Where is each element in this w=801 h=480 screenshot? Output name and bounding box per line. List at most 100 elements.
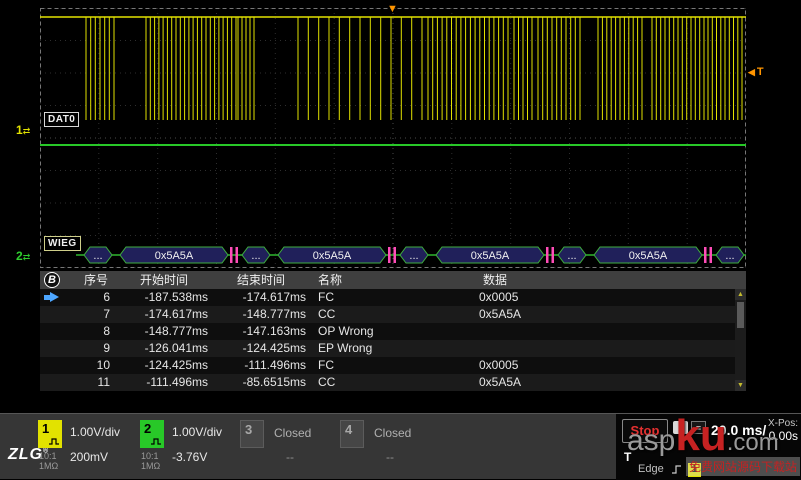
trigger-source-chip[interactable]: 1 [688, 463, 701, 477]
trigger-position-icon[interactable]: ▼ [387, 4, 398, 15]
cell-start-time: -126.041ms [144, 341, 208, 355]
cell-start-time: -148.777ms [144, 324, 208, 338]
channel1-impedance: 1MΩ [39, 461, 59, 471]
ch1-marker-arrows-icon: ⇄ [22, 126, 31, 136]
channel2-impedance: 1MΩ [141, 461, 161, 471]
bus-error-mark [546, 247, 549, 263]
menu-button[interactable]: ≡ [691, 421, 706, 434]
col-header-start-time: 开始时间 [139, 273, 188, 287]
channel3-offset: -- [286, 450, 294, 464]
cell-name: EP Wrong [318, 341, 373, 355]
cell-index: 10 [96, 358, 110, 372]
decode-table-header: 序号 开始时间 结束时间 名称 数据 B [40, 271, 746, 289]
channel4-offset: -- [386, 450, 394, 464]
row-gutter [40, 340, 76, 357]
cell-data: 0x0005 [479, 290, 519, 304]
col-header-end-time: 结束时间 [236, 273, 285, 287]
selected-row-arrow-icon [44, 292, 59, 302]
cell-end-time: -111.496ms [244, 358, 306, 372]
cell-data: 0x5A5A [479, 307, 522, 321]
table-row[interactable]: 9 -126.041ms -124.425ms EP Wrong [40, 340, 746, 357]
channel1-number: 1 [42, 421, 50, 436]
bus-error-mark [393, 247, 396, 263]
table-scrollbar[interactable]: ▲ ▼ [735, 289, 746, 391]
cell-name: FC [318, 358, 334, 372]
channel2-icon[interactable]: 2 [140, 420, 164, 448]
timebase-value[interactable]: 20.0 ms/ [711, 422, 766, 438]
channel2-probe-ratio: 10:1 [141, 451, 159, 461]
channel2-probe-info: 10:1 1MΩ [141, 451, 160, 471]
channel4-number: 4 [345, 422, 353, 437]
scroll-up-icon[interactable]: ▲ [735, 289, 746, 300]
table-row[interactable]: 7 -174.617ms -148.777ms CC 0x5A5A [40, 306, 746, 323]
table-row[interactable]: 11 -111.496ms -85.6515ms CC 0x5A5A [40, 374, 746, 391]
run-stop-button[interactable]: Stop [622, 419, 668, 443]
cell-start-time: -174.617ms [144, 307, 208, 321]
table-row[interactable]: 6 -187.538ms -174.617ms FC 0x0005 [40, 289, 746, 306]
cell-end-time: -147.163ms [242, 324, 306, 338]
bus-value-bubble-label: 0x5A5A [313, 250, 352, 262]
cell-data [475, 323, 746, 340]
channel4-icon[interactable]: 4 [340, 420, 364, 448]
row-gutter [40, 289, 76, 306]
bus-error-mark [388, 247, 391, 263]
col-header-data: 数据 [483, 273, 508, 287]
scroll-down-icon[interactable]: ▼ [735, 380, 746, 391]
ch1-position-marker[interactable]: 1⇄ [16, 124, 30, 138]
cell-end-time: -124.425ms [242, 341, 306, 355]
bus-ellipsis-bubble-label: ... [725, 250, 734, 262]
quick-button-1[interactable]: 1 [673, 421, 688, 434]
channel3-icon[interactable]: 3 [240, 420, 264, 448]
cell-data: 0x0005 [479, 358, 519, 372]
cell-end-time: -174.617ms [242, 290, 306, 304]
ch2-marker-arrows-icon: ⇄ [22, 252, 31, 262]
channel1-icon[interactable]: 1 [38, 420, 62, 448]
bus-error-mark [709, 247, 712, 263]
channel4-state: Closed [374, 426, 412, 440]
channel4-status[interactable]: 4 Closed -- [340, 414, 440, 480]
decode-table-body: 6 -187.538ms -174.617ms FC 0x0005 7 -174.617ms… [40, 289, 746, 391]
ch1-bus-label: DAT0 [44, 112, 80, 127]
waveform-display[interactable]: ... 0x5A5A... 0x5A5A... 0x5A5A... 0x5A5A... … [40, 4, 746, 268]
channel2-number: 2 [144, 421, 152, 436]
bus-ellipsis-bubble-label: ... [409, 250, 418, 262]
trigger-level-marker[interactable]: ◀ T [748, 66, 764, 78]
bus-ellipsis-bubble-label: ... [93, 250, 102, 262]
table-row[interactable]: 8 -148.777ms -147.163ms OP Wrong [40, 323, 746, 340]
channel2-status[interactable]: 2 1.00V/div -3.76V 10:1 1MΩ [140, 414, 240, 480]
channel1-wave-icon [49, 438, 59, 445]
table-row[interactable]: 10 -124.425ms -111.496ms FC 0x0005 [40, 357, 746, 374]
channel3-status[interactable]: 3 Closed -- [240, 414, 340, 480]
status-bar: ZLG® 1 1.00V/div 200mV 10:1 1MΩ 2 1.00V/… [0, 413, 801, 480]
trigger-type[interactable]: Edge [638, 463, 664, 475]
cell-start-time: -187.538ms [144, 290, 208, 304]
channel1-probe-info: 10:1 1MΩ [39, 451, 58, 471]
ch2-marker-number: 2 [16, 249, 23, 263]
channel1-status[interactable]: 1 1.00V/div 200mV 10:1 1MΩ [38, 414, 138, 480]
channel2-vdiv: 1.00V/div [172, 425, 223, 439]
decode-table: 序号 开始时间 结束时间 名称 数据 B 6 -187.538ms -174.617… [40, 271, 746, 391]
bus-ellipsis-bubble-label: ... [251, 250, 260, 262]
cell-name: CC [318, 307, 336, 321]
cell-index: 8 [103, 324, 110, 338]
channel1-offset: 200mV [70, 450, 109, 464]
channel1-probe-ratio: 10:1 [39, 451, 57, 461]
trigger-left-icon: ◀ [748, 67, 755, 77]
cell-end-time: -148.777ms [242, 307, 306, 321]
scrollbar-thumb[interactable] [737, 302, 744, 328]
col-header-index: 序号 [83, 273, 108, 287]
cell-end-time: -85.6515ms [242, 375, 306, 389]
rising-edge-icon [672, 465, 681, 474]
bus-b-badge[interactable]: B [44, 272, 60, 288]
bus-value-bubble-label: 0x5A5A [155, 250, 194, 262]
xpos-label: X-Pos: [767, 418, 798, 429]
waveform-canvas: ... 0x5A5A... 0x5A5A... 0x5A5A... 0x5A5A... [40, 8, 746, 268]
channel2-offset: -3.76V [172, 450, 208, 464]
horizontal-position[interactable]: X-Pos: 0.00s [768, 418, 798, 443]
channel1-vdiv: 1.00V/div [70, 425, 121, 439]
cell-start-time: -111.496ms [146, 375, 208, 389]
ch2-position-marker[interactable]: 2⇄ [16, 250, 30, 264]
channel3-number: 3 [245, 422, 253, 437]
channel2-wave-icon [151, 438, 161, 445]
row-gutter [40, 357, 76, 374]
